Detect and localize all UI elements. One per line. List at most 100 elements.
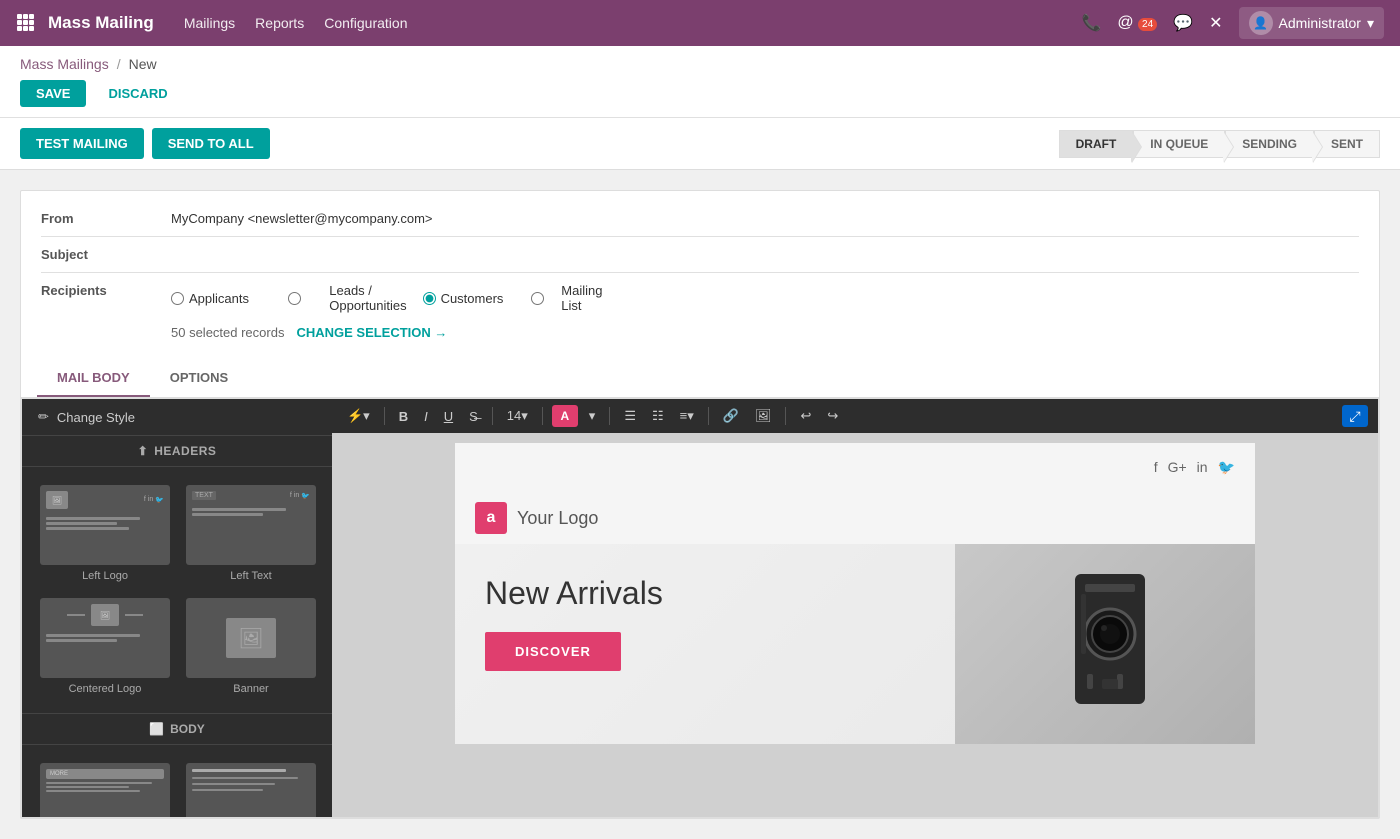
save-button[interactable]: SAVE xyxy=(20,80,86,107)
action-buttons: SAVE DISCARD xyxy=(20,80,1380,117)
format-dropdown[interactable]: ⚡▾ xyxy=(342,405,375,427)
form-fields: From Subject Recipients Applicants xyxy=(21,191,1379,360)
left-logo-thumb: 🖼 fin🐦 xyxy=(40,485,170,565)
form-area: From Subject Recipients Applicants xyxy=(20,190,1380,819)
title-content-thumb: MORE xyxy=(40,763,170,817)
subject-row: Subject xyxy=(41,237,1359,273)
left-text-label: Left Text xyxy=(230,570,271,582)
bullet-list-button[interactable]: ☰ xyxy=(619,405,641,427)
twitter-icon[interactable]: 🐦 xyxy=(1218,459,1235,476)
left-text-thumb: TEXT f in 🐦 xyxy=(186,485,316,565)
pencil-icon: ✏ xyxy=(38,409,49,425)
gplus-icon[interactable]: G+ xyxy=(1168,459,1187,476)
template-title-subtitle[interactable]: Title - Subtitle xyxy=(178,755,324,817)
discard-button[interactable]: DISCARD xyxy=(96,80,179,107)
radio-applicants-label: Applicants xyxy=(189,291,249,306)
right-icons: 📞 @ 24 💬 ✕ 👤 Administrator ▾ xyxy=(1081,7,1384,39)
status-inqueue[interactable]: IN QUEUE xyxy=(1133,130,1225,158)
toolbar-sep-2 xyxy=(492,407,493,425)
image-button[interactable]: 🖼 xyxy=(750,405,777,427)
mail-tabs: MAIL BODY OPTIONS xyxy=(21,360,1379,398)
change-style-button[interactable]: ✏ Change Style xyxy=(22,399,332,436)
grid-icon[interactable] xyxy=(16,13,34,34)
admin-chevron: ▾ xyxy=(1367,15,1374,32)
template-title-content[interactable]: MORE Title Content xyxy=(32,755,178,817)
preview-area: f G+ in 🐦 a Your Logo xyxy=(332,433,1378,817)
undo-button[interactable]: ↩ xyxy=(795,405,816,427)
centered-logo-thumb: 🖼 xyxy=(40,598,170,678)
facebook-icon[interactable]: f xyxy=(1154,459,1158,476)
nav-mailings[interactable]: Mailings xyxy=(184,15,235,31)
status-bar: TEST MAILING SEND TO ALL DRAFT IN QUEUE … xyxy=(0,118,1400,170)
right-pane: ⚡▾ B I U S̶ 14▾ A ▾ ☰ ☷ ≡▾ 🔗 xyxy=(332,399,1378,817)
linkedin-icon[interactable]: in xyxy=(1197,459,1208,476)
status-sent[interactable]: SENT xyxy=(1314,130,1380,158)
numbered-list-button[interactable]: ☷ xyxy=(647,405,669,427)
link-button[interactable]: 🔗 xyxy=(718,405,744,427)
change-selection-button[interactable]: CHANGE SELECTION → xyxy=(296,325,447,340)
editor-toolbar: ⚡▾ B I U S̶ 14▾ A ▾ ☰ ☷ ≡▾ 🔗 xyxy=(332,399,1378,433)
nav-links: Mailings Reports Configuration xyxy=(184,15,1082,31)
at-icon[interactable]: @ 24 xyxy=(1117,14,1157,32)
underline-button[interactable]: U xyxy=(439,406,458,427)
template-centered-logo[interactable]: 🖼 Centered Logo xyxy=(32,590,178,703)
radio-customers[interactable]: Customers xyxy=(423,291,504,306)
logo-letter: a xyxy=(487,509,496,527)
email-preview: f G+ in 🐦 a Your Logo xyxy=(455,443,1255,744)
bold-button[interactable]: B xyxy=(394,406,413,427)
breadcrumb-sep: / xyxy=(117,56,121,72)
body-section: ⬜ Body xyxy=(22,713,332,745)
font-color-button[interactable]: A xyxy=(552,405,578,427)
radio-mailing-list-label: Mailing List xyxy=(561,283,602,313)
close-icon[interactable]: ✕ xyxy=(1209,13,1222,33)
test-mailing-button[interactable]: TEST MAILING xyxy=(20,128,144,159)
breadcrumb: Mass Mailings / New xyxy=(20,56,1380,72)
template-banner[interactable]: 🖼 Banner xyxy=(178,590,324,703)
nav-configuration[interactable]: Configuration xyxy=(324,15,407,31)
strikethrough-button[interactable]: S̶ xyxy=(464,406,483,427)
send-to-all-button[interactable]: SEND TO ALL xyxy=(152,128,270,159)
from-input[interactable] xyxy=(171,211,1359,226)
recipients-row: Recipients Applicants Leads / Opportunit… xyxy=(41,273,1359,350)
from-row: From xyxy=(41,201,1359,237)
tab-mail-body[interactable]: MAIL BODY xyxy=(37,360,150,397)
banner-title: New Arrivals xyxy=(485,574,925,612)
nav-reports[interactable]: Reports xyxy=(255,15,304,31)
phone-icon[interactable]: 📞 xyxy=(1081,13,1101,33)
toolbar-sep-1 xyxy=(384,407,385,425)
left-action-buttons: TEST MAILING SEND TO ALL xyxy=(20,128,270,159)
discover-button[interactable]: DISCOVER xyxy=(485,632,621,671)
subject-input[interactable] xyxy=(171,247,1359,262)
align-dropdown[interactable]: ≡▾ xyxy=(675,405,699,427)
radio-applicants[interactable]: Applicants xyxy=(171,291,249,306)
breadcrumb-parent[interactable]: Mass Mailings xyxy=(20,56,109,72)
toolbar-sep-4 xyxy=(609,407,610,425)
recipients-value: Applicants Leads / Opportunities Custome… xyxy=(171,283,1359,340)
template-left-text[interactable]: TEXT f in 🐦 xyxy=(178,477,324,590)
chat-icon[interactable]: 💬 xyxy=(1173,13,1193,33)
templates-grid-headers: 🖼 fin🐦 xyxy=(22,467,332,713)
admin-menu[interactable]: 👤 Administrator ▾ xyxy=(1239,7,1385,39)
subject-value xyxy=(171,247,1359,262)
font-size-dropdown[interactable]: 14▾ xyxy=(502,405,533,427)
editor-container: ✏ Change Style ⬆ Headers 🖼 xyxy=(21,398,1379,818)
headers-icon: ⬆ xyxy=(138,444,149,458)
status-sending[interactable]: SENDING xyxy=(1225,130,1314,158)
tab-options[interactable]: OPTIONS xyxy=(150,360,249,397)
redo-button[interactable]: ↪ xyxy=(822,405,843,427)
color-dropdown[interactable]: ▾ xyxy=(584,405,601,427)
left-panel: ✏ Change Style ⬆ Headers 🖼 xyxy=(22,399,332,817)
title-subtitle-thumb xyxy=(186,763,316,817)
change-style-label: Change Style xyxy=(57,410,135,425)
headers-section: ⬆ Headers xyxy=(22,436,332,467)
italic-button[interactable]: I xyxy=(419,406,433,427)
radio-leads[interactable]: Leads / Opportunities xyxy=(265,283,407,313)
template-left-logo[interactable]: 🖼 fin🐦 xyxy=(32,477,178,590)
banner-thumb: 🖼 xyxy=(186,598,316,678)
status-draft[interactable]: DRAFT xyxy=(1059,130,1134,158)
expand-button[interactable]: ⤢ xyxy=(1342,405,1368,427)
headers-label: Headers xyxy=(154,444,216,458)
records-count: 50 selected records xyxy=(171,325,284,340)
radio-mailing-list[interactable]: Mailing List xyxy=(519,283,602,313)
radio-leads-label: Leads / Opportunities xyxy=(329,283,406,313)
